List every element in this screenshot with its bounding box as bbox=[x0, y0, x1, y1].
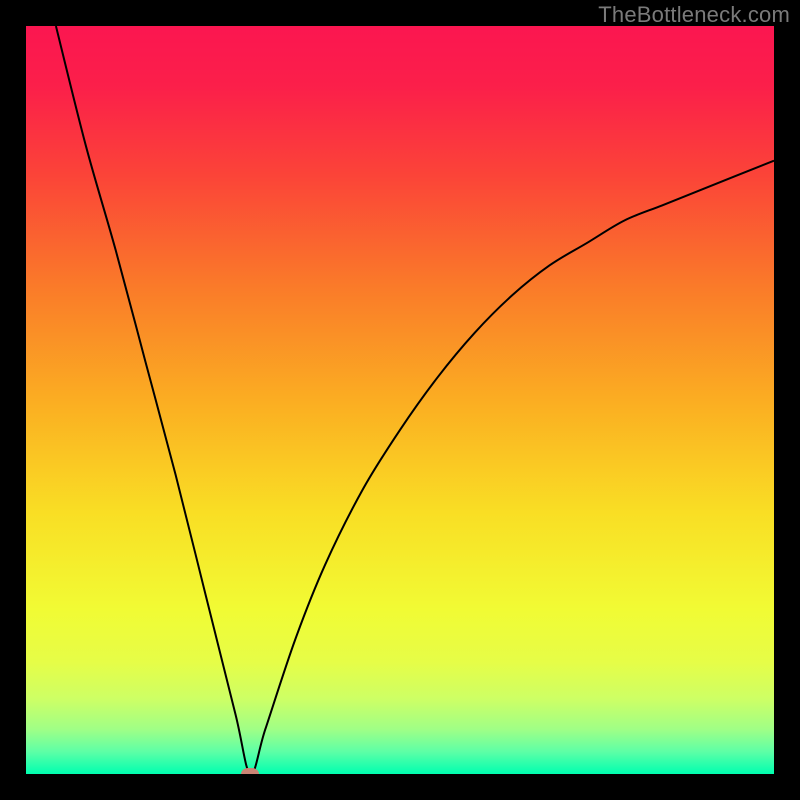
bottleneck-curve bbox=[26, 26, 774, 774]
plot-area bbox=[26, 26, 774, 774]
watermark-text: TheBottleneck.com bbox=[598, 2, 790, 28]
chart-frame: TheBottleneck.com bbox=[0, 0, 800, 800]
minimum-marker-icon bbox=[241, 768, 259, 774]
